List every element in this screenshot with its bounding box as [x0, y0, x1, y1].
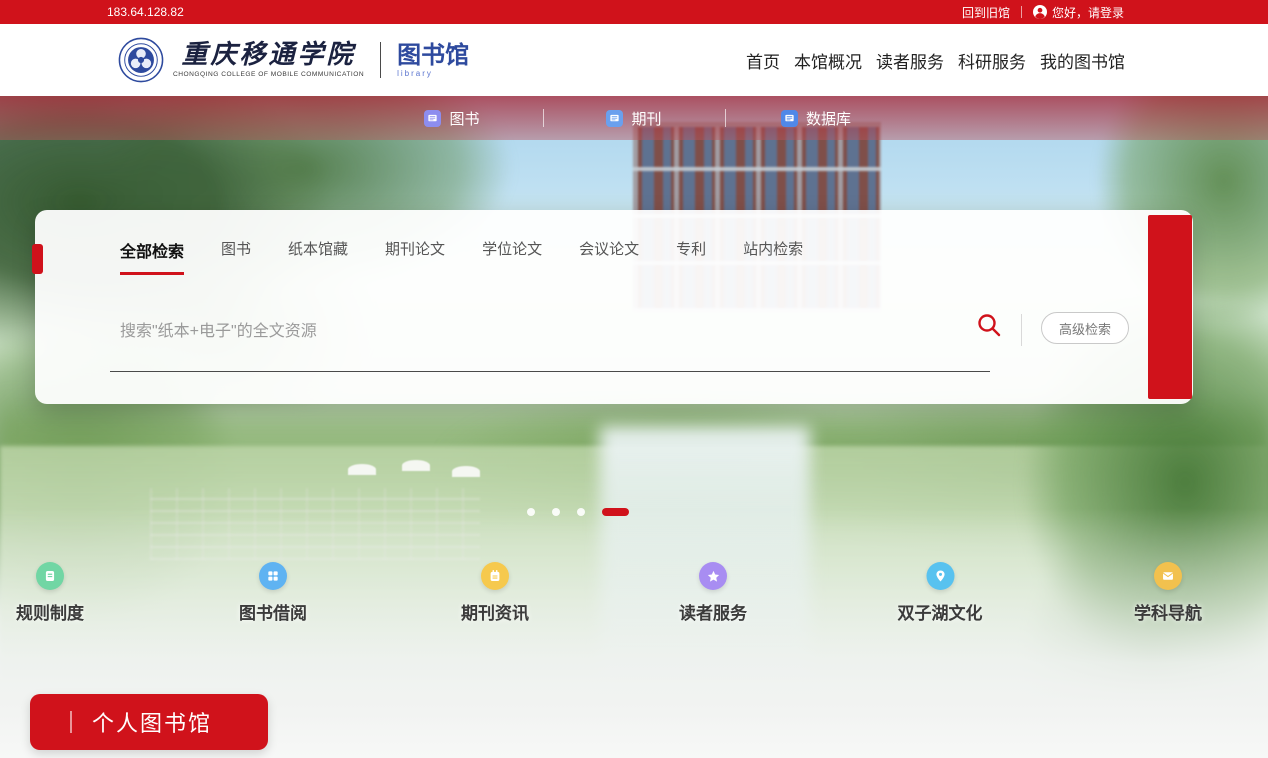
advanced-search-button[interactable]: 高级检索: [1041, 312, 1129, 344]
library-name-block: 图书馆 library: [397, 43, 469, 78]
shortcut-label: 规则制度: [16, 599, 84, 624]
search-input[interactable]: [110, 302, 990, 348]
login-link[interactable]: 您好，请登录: [1033, 4, 1124, 21]
shortcut-label: 学科导航: [1134, 599, 1202, 624]
hero-banner: 图书 期刊 数据库 全部检索 图书 纸本馆藏: [0, 96, 1268, 758]
quicklinks-strip: 图书 期刊 数据库: [0, 96, 1268, 140]
personal-library-label: 个人图书馆: [92, 706, 212, 738]
shortcut-twin-lake-culture[interactable]: 双子湖文化: [898, 562, 983, 624]
grid-icon: [259, 562, 287, 590]
school-name-cn: 重庆移通学院: [182, 42, 356, 68]
side-banner[interactable]: [1148, 215, 1192, 399]
library-homepage: 183.64.128.82 回到旧馆 您好，请登录: [0, 0, 1268, 758]
tab-conference-papers[interactable]: 会议论文: [579, 238, 639, 275]
hero-lake: [0, 446, 1268, 681]
database-icon: [781, 110, 798, 127]
site-header: 重庆移通学院 CHONGQING COLLEGE OF MOBILE COMMU…: [0, 24, 1268, 96]
quicklink-label: 数据库: [806, 108, 851, 129]
tab-books[interactable]: 图书: [221, 238, 251, 275]
quicklink-journals[interactable]: 期刊: [544, 108, 725, 129]
hero-umbrella: [348, 464, 376, 475]
search-divider: [1021, 314, 1022, 346]
greeting-text: 您好，请登录: [1052, 4, 1124, 21]
carousel-dot-3[interactable]: [577, 508, 585, 516]
hero-trees-far: [440, 391, 1220, 551]
school-name-en: CHONGQING COLLEGE OF MOBILE COMMUNICATIO…: [173, 71, 364, 78]
user-icon: [1033, 5, 1047, 19]
quicklink-label: 期刊: [631, 108, 661, 129]
ip-address: 183.64.128.82: [107, 5, 184, 19]
carousel-dot-1[interactable]: [527, 508, 535, 516]
school-emblem-icon: [118, 37, 164, 83]
shortcut-rules[interactable]: 规则制度: [16, 562, 84, 624]
search-icon: [976, 312, 1002, 338]
tab-all-search[interactable]: 全部检索: [120, 238, 184, 275]
library-name-cn: 图书馆: [397, 43, 469, 67]
library-name-en: library: [397, 69, 469, 78]
tab-patents[interactable]: 专利: [676, 238, 706, 275]
topbar-divider: [1021, 6, 1022, 18]
shortcut-subject-guide[interactable]: 学科导航: [1134, 562, 1202, 624]
search-tabs: 全部检索 图书 纸本馆藏 期刊论文 学位论文 会议论文 专利 站内检索: [120, 238, 803, 275]
site-logo[interactable]: 重庆移通学院 CHONGQING COLLEGE OF MOBILE COMMU…: [118, 37, 469, 83]
hero-pier: [150, 488, 480, 560]
search-panel: 全部检索 图书 纸本馆藏 期刊论文 学位论文 会议论文 专利 站内检索 高级检索: [35, 210, 1193, 404]
nav-item-reader-services[interactable]: 读者服务: [876, 48, 944, 73]
personal-library-button[interactable]: 个人图书馆: [30, 694, 268, 750]
shortcut-label: 图书借阅: [239, 599, 307, 624]
quicklink-label: 图书: [449, 108, 479, 129]
notebook-icon: [481, 562, 509, 590]
hero-treeline: [0, 391, 1268, 526]
document-icon: [36, 562, 64, 590]
quicklink-databases[interactable]: 数据库: [726, 108, 907, 129]
nav-item-home[interactable]: 首页: [746, 48, 780, 73]
tab-print-collection[interactable]: 纸本馆藏: [288, 238, 348, 275]
nav-item-overview[interactable]: 本馆概况: [794, 48, 862, 73]
shortcut-reader-services[interactable]: 读者服务: [679, 562, 747, 624]
panel-left-notch: [32, 244, 43, 274]
nav-item-my-library[interactable]: 我的图书馆: [1040, 48, 1125, 73]
hero-umbrella: [452, 466, 480, 477]
logo-divider: [380, 42, 381, 78]
hero-umbrella: [402, 460, 430, 471]
topbar: 183.64.128.82 回到旧馆 您好，请登录: [0, 0, 1268, 24]
journal-icon: [606, 110, 623, 127]
shortcut-label: 期刊资讯: [461, 599, 529, 624]
button-accent-bar: [70, 711, 72, 733]
tab-journal-articles[interactable]: 期刊论文: [385, 238, 445, 275]
search-input-wrapper: [110, 302, 990, 372]
tab-site-search[interactable]: 站内检索: [743, 238, 803, 275]
shortcut-book-borrowing[interactable]: 图书借阅: [239, 562, 307, 624]
quicklink-books[interactable]: 图书: [362, 108, 543, 129]
shortcut-label: 读者服务: [679, 599, 747, 624]
carousel-dot-2[interactable]: [552, 508, 560, 516]
star-icon: [699, 562, 727, 590]
shortcut-journal-news[interactable]: 期刊资讯: [461, 562, 529, 624]
old-site-link[interactable]: 回到旧馆: [962, 4, 1010, 21]
shortcut-label: 双子湖文化: [898, 599, 983, 624]
mail-icon: [1154, 562, 1182, 590]
school-name-block: 重庆移通学院 CHONGQING COLLEGE OF MOBILE COMMU…: [173, 42, 364, 78]
tab-theses[interactable]: 学位论文: [482, 238, 542, 275]
main-nav: 首页 本馆概况 读者服务 科研服务 我的图书馆: [746, 48, 1125, 73]
nav-item-research-services[interactable]: 科研服务: [958, 48, 1026, 73]
search-button[interactable]: [973, 310, 1005, 342]
location-pin-icon: [926, 562, 954, 590]
book-icon: [424, 110, 441, 127]
carousel-indicators: [527, 508, 629, 516]
carousel-dot-4-active[interactable]: [602, 508, 629, 516]
